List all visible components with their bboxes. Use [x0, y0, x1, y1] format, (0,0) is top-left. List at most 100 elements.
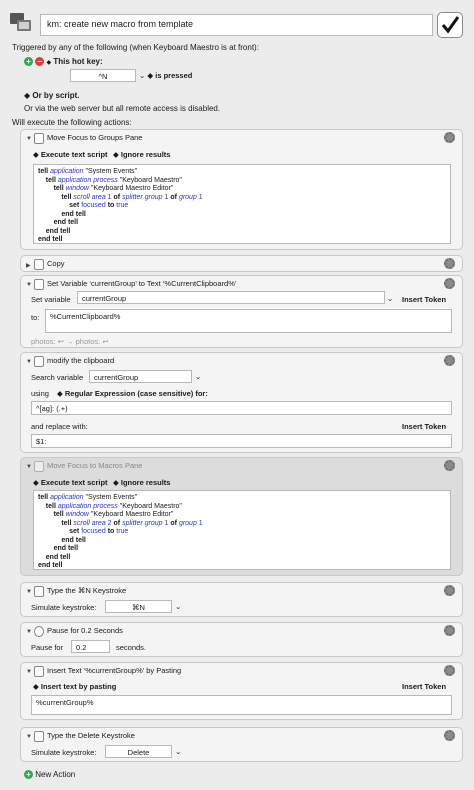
search-variable-label: Search variable	[31, 373, 84, 382]
action-move-focus-macros[interactable]: ▼ Move Focus to Macros Pane ◆ Execute te…	[20, 457, 463, 576]
action-title: Type the ⌘N Keystroke	[47, 586, 127, 595]
disclosure-icon[interactable]: ▼	[26, 589, 32, 595]
action-title: Type the Delete Keystroke	[47, 731, 135, 740]
action-move-focus-groups[interactable]: ▼ Move Focus to Groups Pane ◆ Execute te…	[20, 129, 463, 250]
keyboard-icon	[34, 586, 44, 597]
results-mode-popup[interactable]: ◆ Ignore results	[113, 478, 170, 487]
gear-icon[interactable]	[444, 355, 455, 366]
disclosure-icon[interactable]: ▼	[26, 669, 32, 675]
disclosure-icon[interactable]: ▼	[26, 629, 32, 635]
gear-icon[interactable]	[444, 460, 455, 471]
or-by-script-label: Or by script.	[32, 91, 80, 100]
new-action-label: New Action	[35, 770, 76, 779]
action-copy[interactable]: ▶ Copy	[20, 255, 463, 272]
gear-icon[interactable]	[444, 730, 455, 741]
insert-mode-label: Insert text by pasting	[40, 682, 117, 691]
remove-trigger-icon[interactable]: −	[35, 57, 45, 67]
action-title: Pause for 0.2 Seconds	[47, 626, 123, 635]
seconds-label: seconds.	[116, 643, 147, 652]
disclosure-icon[interactable]: ▼	[26, 359, 32, 365]
action-title: Move Focus to Groups Pane	[47, 133, 143, 142]
gear-icon[interactable]	[444, 132, 455, 143]
regex-mode-popup[interactable]: ◆ Regular Expression (case sensitive) fo…	[57, 389, 208, 398]
action-insert-text[interactable]: ▼ Insert Text ‘%currentGroup%’ by Pastin…	[20, 662, 463, 720]
replace-label: and replace with:	[31, 422, 88, 431]
new-action-button[interactable]: + New Action	[24, 770, 76, 780]
chevron-down-icon[interactable]: ⌄	[195, 372, 201, 381]
web-server-note: Or via the web server but all remote acc…	[24, 104, 221, 113]
set-variable-label: Set variable	[31, 295, 71, 304]
regex-mode-label: Regular Expression (case sensitive) for:	[64, 389, 208, 398]
variable-icon	[34, 356, 44, 367]
results-mode-popup[interactable]: ◆ Ignore results	[113, 150, 170, 159]
add-trigger-icon[interactable]: +	[24, 57, 33, 67]
text-icon	[34, 666, 44, 677]
script-editor[interactable]: tell application "System Events" tell ap…	[33, 490, 451, 570]
action-title: Copy	[47, 259, 65, 268]
keystroke-field[interactable]: Delete	[105, 745, 172, 758]
insert-token-button[interactable]: Insert Token	[402, 682, 446, 691]
hotkey-mode-popup[interactable]: ⌄ ◆ is pressed	[139, 71, 192, 80]
variable-icon	[34, 279, 44, 290]
or-by-script-row[interactable]: ◆ Or by script.	[24, 91, 80, 100]
photos-hint: photos: ↩ → photos: ↩	[31, 337, 109, 346]
action-title: Move Focus to Macros Pane	[47, 461, 143, 470]
gear-icon[interactable]	[444, 278, 455, 289]
insert-text-field[interactable]: %currentGroup%	[31, 695, 452, 715]
clock-icon	[34, 626, 44, 637]
chevron-updown-icon[interactable]: ◆	[46, 60, 51, 66]
keyboard-icon	[34, 731, 44, 742]
macro-icon	[8, 11, 34, 35]
to-label: to:	[31, 313, 40, 322]
gear-icon[interactable]	[444, 585, 455, 596]
text-value-field[interactable]: %CurrentClipboard%	[45, 309, 452, 333]
action-modify-clipboard[interactable]: ▼ modify the clipboard Search variable c…	[20, 352, 463, 453]
action-type-cmd-n[interactable]: ▼ Type the ⌘N Keystroke Simulate keystro…	[20, 582, 463, 617]
action-title: Set Variable ‘currentGroup’ to Text ‘%Cu…	[47, 279, 237, 288]
disclosure-icon[interactable]: ▼	[26, 136, 32, 142]
using-label: using	[31, 389, 49, 398]
disclosure-icon[interactable]: ▼	[26, 464, 32, 470]
mode-label: Execute text script	[40, 150, 108, 159]
clipboard-icon	[34, 259, 44, 270]
simulate-label: Simulate keystroke:	[31, 748, 97, 757]
hotkey-label: This hot key:	[53, 57, 103, 66]
add-action-icon: +	[24, 770, 33, 780]
hotkey-mode-label: is pressed	[155, 71, 193, 80]
hotkey-field[interactable]: ^N	[70, 69, 136, 82]
trigger-header: Triggered by any of the following (when …	[12, 43, 259, 52]
simulate-label: Simulate keystroke:	[31, 603, 97, 612]
script-mode-popup[interactable]: ◆ Execute text script	[33, 478, 108, 487]
insert-token-button[interactable]: Insert Token	[402, 422, 446, 431]
script-mode-popup[interactable]: ◆ Execute text script	[33, 150, 108, 159]
will-execute-label: Will execute the following actions:	[12, 118, 132, 127]
applescript-icon	[34, 133, 44, 144]
action-pause[interactable]: ▼ Pause for 0.2 Seconds Pause for 0.2 se…	[20, 622, 463, 657]
action-set-variable[interactable]: ▼ Set Variable ‘currentGroup’ to Text ‘%…	[20, 275, 463, 348]
action-type-delete[interactable]: ▼ Type the Delete Keystroke Simulate key…	[20, 727, 463, 762]
search-variable-field[interactable]: currentGroup	[89, 370, 192, 383]
mode-label: Ignore results	[120, 478, 171, 487]
regex-field[interactable]: ^[ag]: (.+)	[31, 401, 452, 415]
hotkey-trigger-row: + − ◆ This hot key:	[24, 57, 103, 67]
gear-icon[interactable]	[444, 665, 455, 676]
disclosure-icon[interactable]: ▼	[26, 282, 32, 288]
replace-field[interactable]: $1:	[31, 434, 452, 448]
chevron-down-icon[interactable]: ⌄	[387, 294, 393, 303]
script-editor[interactable]: tell application "System Events" tell ap…	[33, 164, 451, 244]
macro-name-field[interactable]: km: create new macro from template	[40, 14, 433, 36]
gear-icon[interactable]	[444, 625, 455, 636]
chevron-down-icon[interactable]: ⌄	[175, 602, 181, 611]
pause-duration-field[interactable]: 0.2	[71, 640, 110, 653]
disclosure-icon[interactable]: ▶	[26, 262, 31, 269]
keystroke-field[interactable]: ⌘N	[105, 600, 172, 613]
gear-icon[interactable]	[444, 258, 455, 269]
insert-mode-popup[interactable]: ◆ Insert text by pasting	[33, 682, 116, 691]
enable-checkbox[interactable]	[437, 12, 463, 38]
chevron-down-icon[interactable]: ⌄	[175, 747, 181, 756]
mode-label: Ignore results	[120, 150, 171, 159]
insert-token-button[interactable]: Insert Token	[402, 295, 446, 304]
pause-label: Pause for	[31, 643, 64, 652]
disclosure-icon[interactable]: ▼	[26, 734, 32, 740]
variable-name-field[interactable]: currentGroup	[77, 291, 385, 304]
